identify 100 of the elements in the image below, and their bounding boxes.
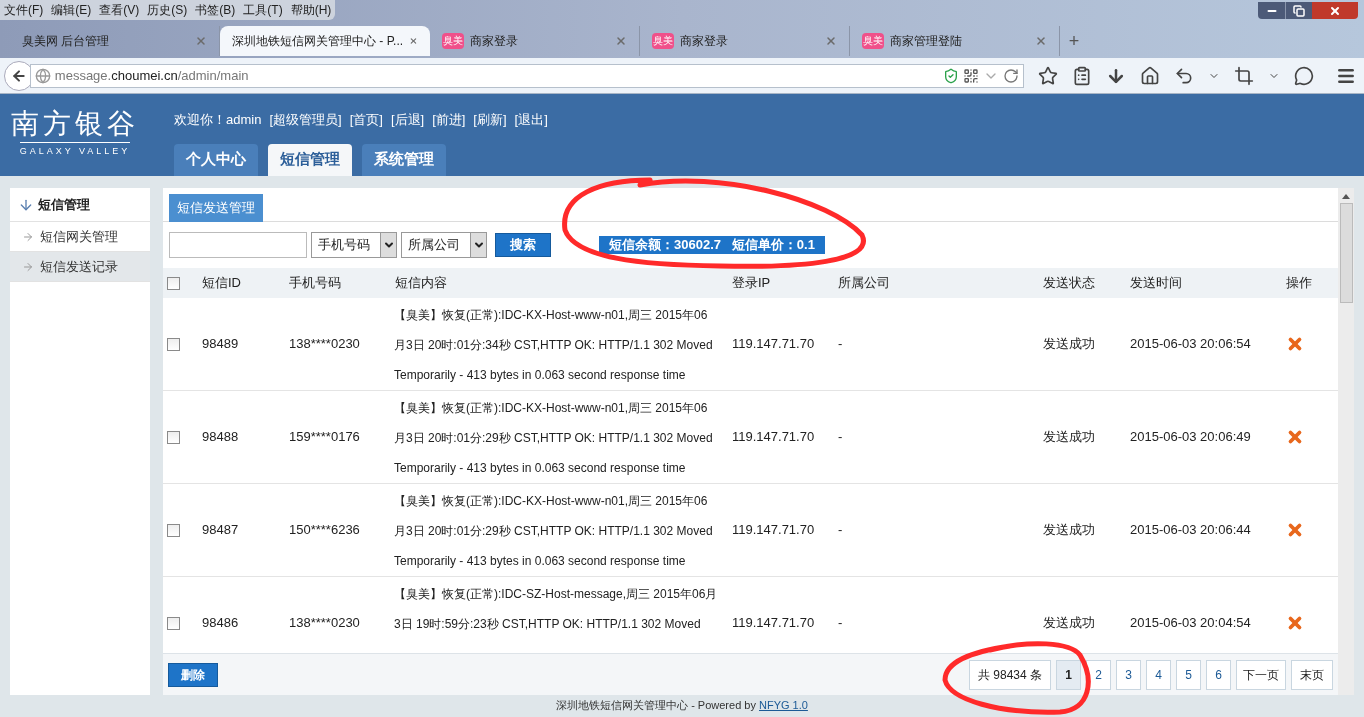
message-line: Temporarily - 413 bytes in 0.063 second response time (393, 460, 687, 477)
delete-icon[interactable] (1286, 614, 1304, 632)
close-button[interactable] (1312, 2, 1358, 19)
table-cell-text: - (837, 428, 844, 447)
qr-code-icon[interactable] (963, 67, 979, 84)
message-line: 【臭美】恢复(正常):IDC-KX-Host-www-n01,周三 2015年06 (393, 493, 709, 510)
minimize-button[interactable] (1258, 2, 1285, 19)
menu-item[interactable]: 查看(V) (95, 0, 144, 20)
column-header: 所属公司 (837, 274, 891, 293)
last-page-link[interactable]: 末页 (1291, 659, 1333, 690)
close-icon[interactable] (615, 35, 627, 47)
header-link[interactable]: [前进] (432, 110, 466, 130)
table-cell-text: 发送成功 (1042, 521, 1096, 540)
column-header: 登录IP (731, 274, 772, 293)
scrollbar-thumb[interactable] (1339, 203, 1353, 303)
row-checkbox[interactable] (167, 276, 180, 290)
table-cell-text: 98489 (201, 335, 240, 354)
nav-tab[interactable]: 系统管理 (362, 143, 446, 176)
tab-title: 商家登录 (470, 33, 519, 50)
url-text: message.choumei.cn/admin/main (54, 66, 250, 85)
delete-button[interactable]: 删除 (168, 662, 218, 687)
undo-icon[interactable] (1174, 65, 1194, 86)
row-checkbox[interactable] (167, 337, 180, 351)
select-dropdown[interactable]: 所属公司 (401, 232, 487, 258)
menu-item[interactable]: 书签(B) (191, 0, 240, 20)
delete-icon[interactable] (1286, 335, 1304, 353)
column-header: 发送状态 (1042, 274, 1096, 293)
close-icon[interactable] (1035, 35, 1047, 47)
footer-link[interactable]: NFYG 1.0 (759, 699, 808, 711)
greeting-text: 欢迎你！admin (174, 111, 262, 129)
column-header: 操作 (1285, 274, 1313, 293)
home-icon[interactable] (1140, 65, 1160, 86)
column-header: 手机号码 (288, 274, 342, 293)
favicon-icon: 臭美 (862, 33, 884, 49)
header-link[interactable]: [退出] (514, 110, 548, 130)
row-checkbox[interactable] (167, 523, 180, 537)
menu-item[interactable]: 编辑(E) (47, 0, 96, 20)
menu-item[interactable]: 历史(S) (143, 0, 192, 20)
star-icon[interactable] (1038, 65, 1058, 86)
message-line: Temporarily - 413 bytes in 0.063 second response time (393, 553, 687, 570)
crop-icon[interactable] (1234, 65, 1254, 86)
page-link[interactable]: 6 (1206, 659, 1231, 690)
page-link[interactable]: 3 (1116, 659, 1141, 690)
column-header: 短信ID (201, 274, 242, 293)
reload-icon[interactable] (1003, 67, 1019, 84)
scroll-up-icon[interactable] (1342, 194, 1350, 199)
row-checkbox[interactable] (167, 616, 180, 630)
scrollbar[interactable] (1338, 188, 1354, 695)
tab-title: 商家登录 (680, 33, 729, 50)
arrow-right-icon (22, 260, 34, 273)
table-cell-text: 119.147.71.70 (731, 335, 816, 354)
message-line: 3日 19时:59分:23秒 CST,HTTP OK: HTTP/1.1 302 Moved (393, 616, 702, 633)
close-icon[interactable] (409, 35, 418, 47)
speech-bubble-icon[interactable] (1294, 65, 1314, 86)
browser-tab[interactable]: 深圳地铁短信网关管理中心 - P... (220, 26, 430, 56)
menu-item[interactable]: 文件(F) (0, 0, 48, 20)
table-cell-text: 119.147.71.70 (731, 428, 816, 447)
menu-item[interactable]: 工具(T) (239, 0, 287, 20)
restore-button[interactable] (1285, 2, 1312, 19)
delete-icon[interactable] (1286, 521, 1304, 539)
nav-tab[interactable]: 个人中心 (174, 143, 258, 176)
browser-tab[interactable]: 臭美 商家登录 (640, 26, 850, 56)
column-header: 发送时间 (1129, 274, 1183, 293)
close-icon (1329, 4, 1341, 17)
row-checkbox[interactable] (167, 430, 180, 444)
delete-icon[interactable] (1286, 428, 1304, 446)
page-link[interactable]: 1 (1056, 659, 1081, 690)
header-link[interactable]: [后退] (390, 110, 425, 130)
page-link[interactable]: 4 (1146, 659, 1171, 690)
header-link[interactable]: [刷新] (473, 110, 507, 130)
logo: 南方银谷 GALAXY VALLEY (0, 94, 150, 176)
select-dropdown[interactable]: 手机号码 (311, 232, 397, 258)
header-link[interactable]: [超级管理员] (269, 110, 342, 130)
table-cell-text: 138****0230 (288, 335, 361, 354)
table-cell-text: 2015-06-03 20:06:49 (1129, 428, 1252, 447)
close-icon[interactable] (825, 35, 837, 47)
close-icon[interactable] (195, 35, 207, 47)
menu-item[interactable]: 帮助(H) (286, 0, 336, 20)
browser-tab[interactable]: 臭美 商家管理登陆 (850, 26, 1060, 56)
header-link[interactable]: [首页] (349, 110, 383, 130)
search-button[interactable]: 搜索 (495, 233, 551, 257)
table-cell-text: 2015-06-03 20:06:54 (1129, 335, 1252, 354)
page-link[interactable]: 5 (1176, 659, 1201, 690)
table-cell-text: 119.147.71.70 (731, 521, 816, 540)
clipboard-icon[interactable] (1072, 65, 1092, 86)
table-cell-text: 发送成功 (1042, 335, 1096, 354)
sidebar-item[interactable]: 短信发送记录 (10, 252, 150, 282)
next-page-link[interactable]: 下一页 (1236, 659, 1286, 690)
globe-icon (34, 67, 51, 84)
table-cell-text: 2015-06-03 20:04:54 (1129, 614, 1252, 633)
message-line: 月3日 20时:01分:29秒 CST,HTTP OK: HTTP/1.1 302 Moved (393, 430, 714, 447)
shield-icon (943, 67, 959, 84)
table-cell-text: 150****6236 (288, 521, 361, 540)
address-bar[interactable]: message.choumei.cn/admin/main (29, 63, 1024, 88)
browser-tab[interactable]: 臭美 商家登录 (430, 26, 640, 56)
nav-tab[interactable]: 短信管理 (268, 143, 352, 176)
table-cell-text: - (837, 614, 844, 633)
new-tab-button[interactable]: + (1060, 26, 1088, 56)
table-cell-text: 98488 (201, 428, 240, 447)
search-field[interactable] (169, 232, 307, 258)
